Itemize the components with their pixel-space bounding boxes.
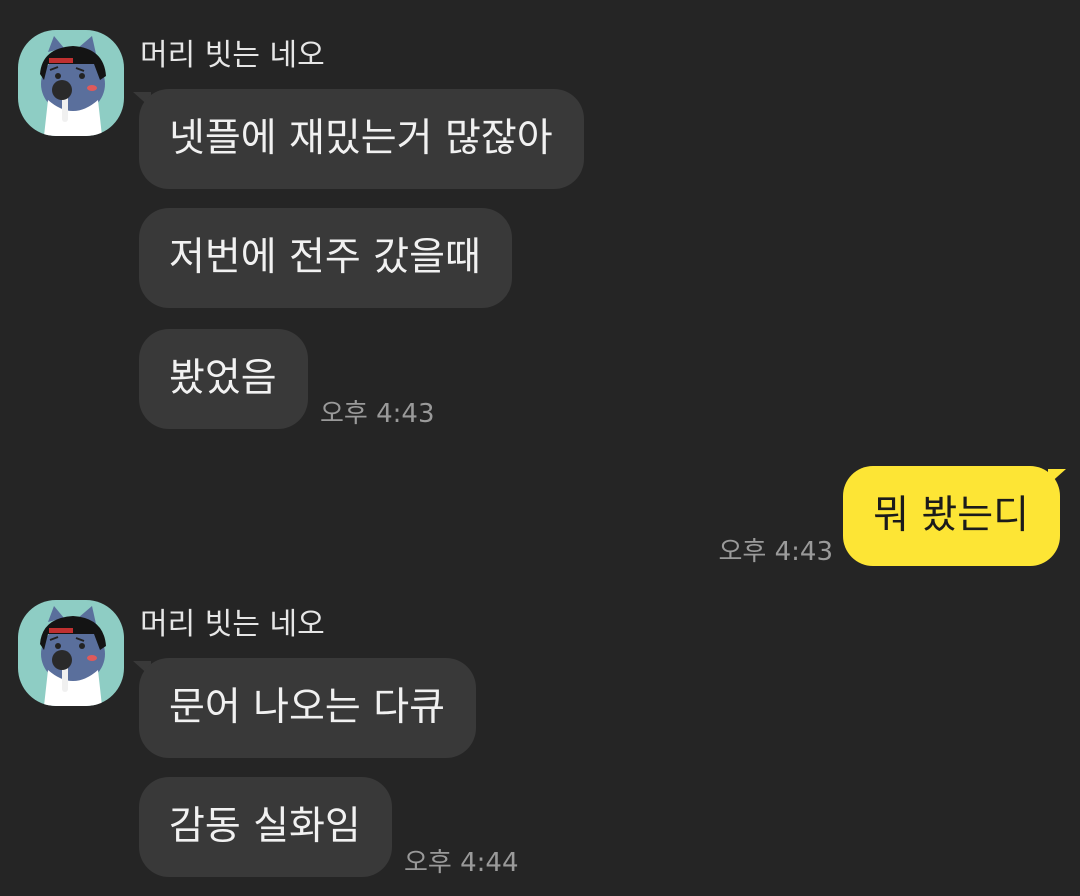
message-bubble[interactable]: 문어 나오는 다큐: [139, 658, 476, 758]
message-text: 감동 실화임: [169, 804, 361, 849]
sender-name: 머리 빗는 네오: [140, 607, 325, 642]
my-message-bubble[interactable]: 뭐 봤는디: [843, 466, 1060, 566]
message-text: 넷플에 재밌는거 많잖아: [169, 116, 553, 161]
message-text: 문어 나오는 다큐: [169, 685, 445, 730]
message-text: 저번에 전주 갔을때: [169, 235, 481, 280]
message-text: 뭐 봤는디: [873, 493, 1029, 538]
message-timestamp: 오후 4:43: [320, 399, 435, 429]
message-timestamp: 오후 4:44: [404, 848, 519, 878]
message-timestamp: 오후 4:43: [718, 537, 834, 567]
message-bubble[interactable]: 감동 실화임: [139, 777, 392, 877]
message-bubble[interactable]: 넷플에 재밌는거 많잖아: [139, 89, 584, 189]
neo-avatar-icon[interactable]: [18, 30, 124, 136]
sender-name: 머리 빗는 네오: [140, 38, 325, 73]
message-text: 봤었음: [169, 356, 277, 401]
message-bubble[interactable]: 봤었음: [139, 329, 308, 429]
message-bubble[interactable]: 저번에 전주 갔을때: [139, 208, 512, 308]
bubble-tail: [1048, 469, 1066, 485]
neo-avatar-icon[interactable]: [18, 600, 124, 706]
